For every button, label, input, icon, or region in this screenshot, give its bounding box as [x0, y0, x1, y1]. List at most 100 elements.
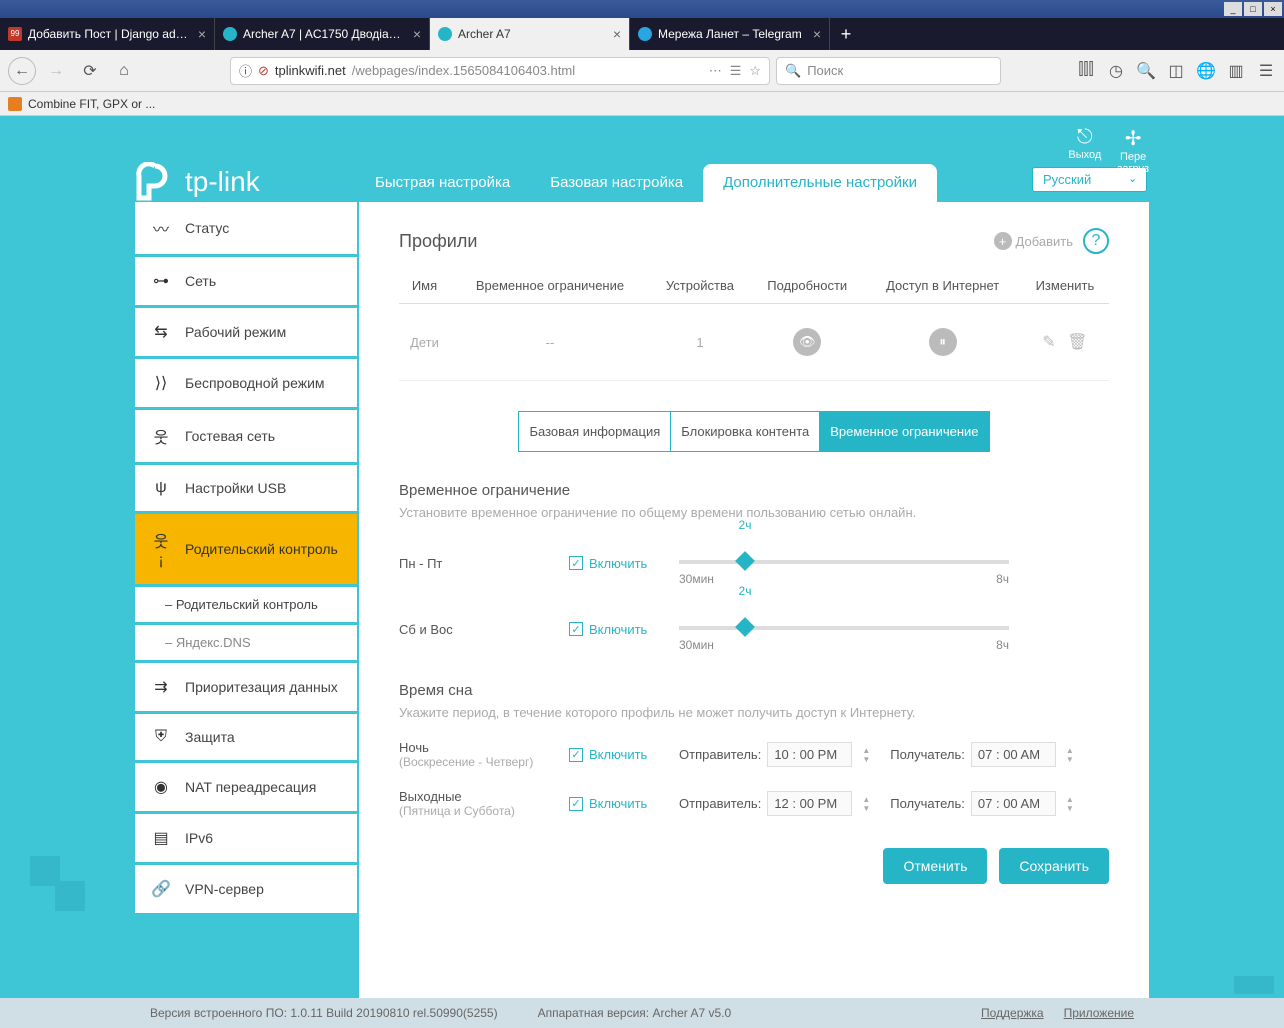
history-icon[interactable]: ◷ [1106, 61, 1126, 81]
browser-tab-archer-admin[interactable]: Archer A7 × [430, 18, 630, 50]
slider-handle[interactable] [735, 617, 755, 637]
close-icon[interactable]: × [198, 26, 206, 42]
view-details-button[interactable]: 👁 [793, 328, 821, 356]
tracking-icon[interactable]: ⊘ [258, 63, 269, 79]
forward-button[interactable]: → [42, 57, 70, 85]
profiles-title: Профили [399, 231, 477, 252]
network-icon: ⊶ [151, 271, 171, 291]
window-maximize-icon[interactable]: □ [1244, 2, 1262, 16]
tab-label: Archer A7 [458, 27, 511, 41]
os-window-bar: _ □ × [0, 0, 1284, 18]
tab-content-block[interactable]: Блокировка контента [671, 412, 820, 451]
globe-icon[interactable]: 🌐 [1196, 61, 1216, 81]
sidebar-sub-yandex-dns[interactable]: Яндекс.DNS [135, 625, 357, 660]
new-tab-button[interactable]: + [830, 18, 862, 50]
sidebar-item-nat[interactable]: ◉NAT переадресация [135, 763, 357, 811]
url-host: tplinkwifi.net [275, 63, 346, 78]
night-from-input[interactable]: 10 : 00 PM [767, 742, 852, 767]
night-enable-checkbox[interactable]: ✓ [569, 748, 583, 762]
search-icon: 🔍 [785, 63, 801, 79]
sidebar-icon[interactable]: ◫ [1166, 61, 1186, 81]
extension-icon[interactable]: ▥ [1226, 61, 1246, 81]
home-button[interactable]: ⌂ [110, 57, 138, 85]
close-icon[interactable]: × [813, 26, 821, 42]
browser-tab-telegram[interactable]: Мережа Ланет – Telegram × [630, 18, 830, 50]
reboot-icon: ✢ [1117, 126, 1149, 151]
wifi-icon: ⟩⟩ [151, 373, 171, 393]
bookmark-icon[interactable]: ☆ [749, 63, 761, 79]
sidebar-item-qos[interactable]: ⇉Приоритезация данных [135, 663, 357, 711]
sidebar-item-security[interactable]: ⛨Защита [135, 714, 357, 760]
sidebar-item-parental[interactable]: 웃¡Родительский контроль [135, 514, 357, 584]
weekday-slider[interactable]: 2ч 30мин 8ч [679, 540, 1009, 586]
app-link[interactable]: Приложение [1064, 1006, 1134, 1020]
sidebar-item-ipv6[interactable]: ▤IPv6 [135, 814, 357, 862]
bookmarks-bar: Combine FIT, GPX or ... [0, 92, 1284, 116]
library-icon[interactable]: ⫿⫿⫿ [1076, 61, 1096, 81]
slider-max: 8ч [996, 572, 1009, 586]
weekday-enable-checkbox[interactable]: ✓ [569, 556, 583, 570]
night-to-input[interactable]: 07 : 00 AM [971, 742, 1056, 767]
weekend-from-input[interactable]: 12 : 00 PM [767, 791, 852, 816]
tab-basic-info[interactable]: Базовая информация [519, 412, 671, 451]
search-icon[interactable]: 🔍 [1136, 61, 1156, 81]
sidebar-item-status[interactable]: 〰Статус [135, 202, 357, 254]
bookmark-item[interactable]: Combine FIT, GPX or ... [28, 97, 155, 111]
window-close-icon[interactable]: × [1264, 2, 1282, 16]
bookmark-favicon-icon [8, 97, 22, 111]
nat-icon: ◉ [151, 777, 171, 797]
close-icon[interactable]: × [613, 26, 621, 42]
vpn-icon: 🔗 [151, 879, 171, 899]
tab-basic[interactable]: Базовая настройка [530, 164, 703, 202]
pause-internet-button[interactable]: ⏸ [929, 328, 957, 356]
qos-icon: ⇉ [151, 677, 171, 697]
logo: tp-link [135, 162, 355, 202]
reader-icon[interactable]: ☰ [730, 63, 742, 79]
sidebar-item-guest[interactable]: 웃Гостевая сеть [135, 410, 357, 462]
search-bar[interactable]: 🔍 Поиск [776, 57, 1001, 85]
back-button[interactable]: ← [8, 57, 36, 85]
tab-advanced[interactable]: Дополнительные настройки [703, 164, 937, 202]
url-bar[interactable]: ⓘ ⊘ tplinkwifi.net/webpages/index.156508… [230, 57, 770, 85]
browser-tabs: 99 Добавить Пост | Django admin p × Arch… [0, 18, 1284, 50]
save-button[interactable]: Сохранить [999, 848, 1109, 884]
more-icon[interactable]: ⋯ [709, 63, 722, 79]
weekend-night-enable-checkbox[interactable]: ✓ [569, 797, 583, 811]
tab-quick-setup[interactable]: Быстрая настройка [355, 164, 530, 202]
window-minimize-icon[interactable]: _ [1224, 2, 1242, 16]
weekend-night-label: Выходные [399, 789, 569, 804]
col-modify: Изменить [1021, 268, 1109, 304]
time-stepper[interactable]: ▲▼ [862, 795, 870, 813]
edit-button[interactable]: ✎ [1042, 334, 1055, 351]
parental-icon: 웃¡ [151, 528, 171, 570]
cancel-button[interactable]: Отменить [883, 848, 987, 884]
browser-tab-archer-product[interactable]: Archer A7 | AC1750 Дводіапазон × [215, 18, 430, 50]
sidebar-item-wireless[interactable]: ⟩⟩Беспроводной режим [135, 359, 357, 407]
weekend-enable-checkbox[interactable]: ✓ [569, 622, 583, 636]
menu-icon[interactable]: ☰ [1256, 61, 1276, 81]
reboot-button[interactable]: ✢ Пере загруз ка [1117, 126, 1149, 187]
sidebar-item-operation-mode[interactable]: ⇆Рабочий режим [135, 308, 357, 356]
enable-label: Включить [589, 747, 647, 762]
logout-button[interactable]: ⎋ Выход [1068, 126, 1101, 187]
weekend-to-input[interactable]: 07 : 00 AM [971, 791, 1056, 816]
sidebar-item-network[interactable]: ⊶Сеть [135, 257, 357, 305]
sidebar-item-usb[interactable]: ψНастройки USB [135, 465, 357, 511]
info-icon[interactable]: ⓘ [239, 61, 252, 80]
weekend-night-sublabel: (Пятница и Суббота) [399, 804, 569, 818]
time-stepper[interactable]: ▲▼ [1066, 746, 1074, 764]
time-stepper[interactable]: ▲▼ [862, 746, 870, 764]
browser-tab-django[interactable]: 99 Добавить Пост | Django admin p × [0, 18, 215, 50]
help-icon[interactable]: ? [1083, 228, 1109, 254]
sidebar-item-vpn[interactable]: 🔗VPN-сервер [135, 865, 357, 913]
delete-button[interactable]: 🗑 [1067, 334, 1087, 351]
slider-handle[interactable] [735, 551, 755, 571]
tab-time-limit[interactable]: Временное ограничение [820, 412, 988, 451]
support-link[interactable]: Поддержка [981, 1006, 1044, 1020]
time-stepper[interactable]: ▲▼ [1066, 795, 1074, 813]
weekend-slider[interactable]: 2ч 30мин 8ч [679, 606, 1009, 652]
close-icon[interactable]: × [413, 26, 421, 42]
reload-button[interactable]: ⟳ [76, 57, 104, 85]
add-profile-button[interactable]: + Добавить [994, 232, 1073, 250]
sidebar-sub-parental[interactable]: Родительский контроль [135, 587, 357, 622]
